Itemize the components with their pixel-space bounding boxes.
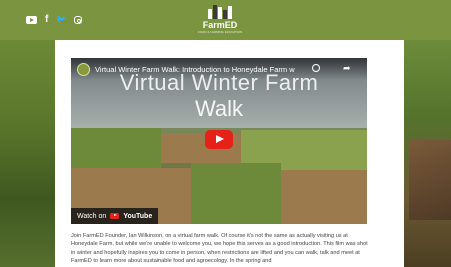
video-thumbnail-field	[191, 163, 281, 224]
youtube-embed[interactable]: Virtual Winter Farm Walk: Introduction t…	[71, 58, 367, 224]
youtube-label: YouTube	[123, 212, 153, 220]
video-thumbnail-field	[281, 170, 367, 224]
video-overlay-title: Walk	[194, 96, 244, 121]
logo-mark	[197, 3, 243, 19]
video-overlay-title: Virtual Winter Farm	[119, 70, 319, 95]
video-thumbnail-field	[71, 128, 161, 168]
watch-on-label: Watch on	[77, 212, 107, 220]
video-description: Join FarmED Founder, Ian Wilkinson, on a…	[71, 233, 368, 265]
facebook-icon[interactable]: f	[45, 15, 48, 25]
background-barn	[409, 140, 451, 220]
farmed-logo[interactable]: FarmED FOOD & FARMING EDUCATION	[197, 3, 243, 37]
social-links: f 🐦	[26, 15, 83, 25]
background-farmland-left	[0, 40, 60, 267]
logo-name: FarmED	[202, 20, 238, 30]
youtube-icon[interactable]	[26, 16, 37, 24]
channel-avatar[interactable]	[77, 63, 90, 76]
twitter-icon[interactable]: 🐦	[56, 15, 66, 25]
site-header: f 🐦 FarmED FOOD & FARMING EDUCATION	[0, 0, 451, 40]
youtube-logo-icon	[110, 213, 120, 219]
background-farmland-right	[401, 40, 451, 267]
logo-tagline: FOOD & FARMING EDUCATION	[197, 30, 243, 34]
instagram-icon[interactable]	[74, 16, 83, 24]
play-button[interactable]	[205, 130, 233, 149]
watch-on-youtube-button[interactable]: Watch on YouTube	[71, 208, 159, 224]
